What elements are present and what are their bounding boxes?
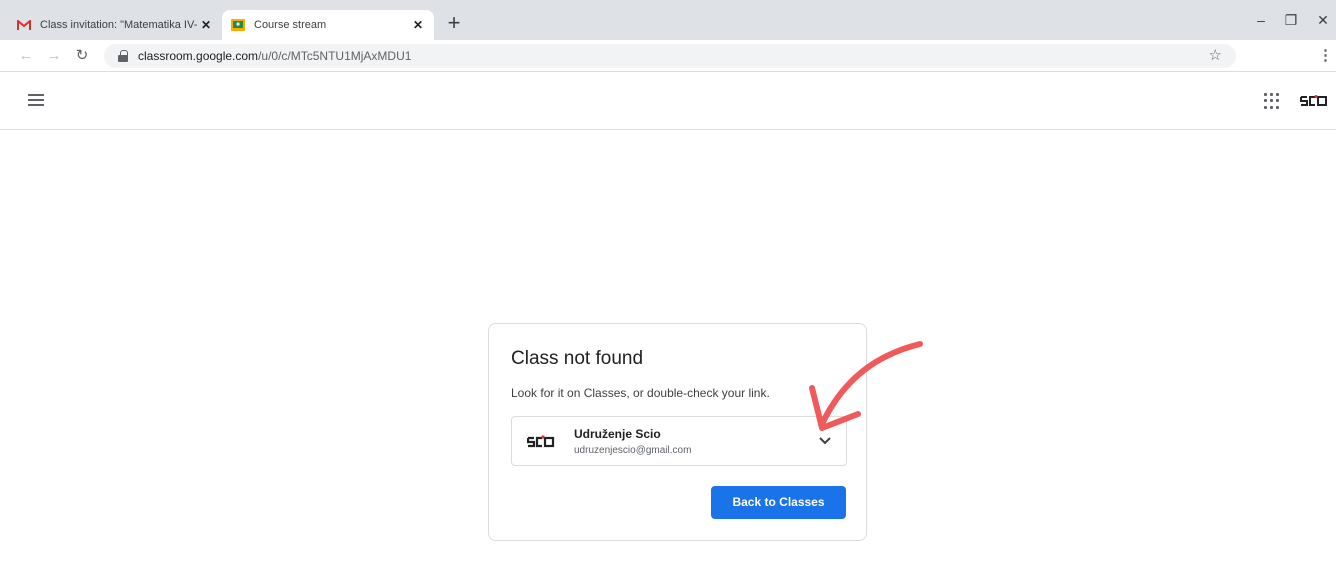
forward-arrow-icon[interactable]: → — [44, 46, 64, 66]
maximize-icon[interactable]: ❐ — [1276, 8, 1306, 32]
new-tab-button[interactable]: + — [442, 12, 466, 36]
close-tab-icon[interactable]: ✕ — [198, 17, 214, 33]
main-menu-icon[interactable] — [28, 94, 44, 106]
browser-toolbar: ← → ↻ classroom.google.com/u/0/c/MTc5NTU… — [0, 40, 1336, 72]
account-logo — [527, 435, 555, 448]
account-name: Udruženje Scio — [574, 427, 661, 441]
close-window-icon[interactable]: ✕ — [1308, 8, 1336, 32]
back-to-classes-button[interactable]: Back to Classes — [711, 486, 846, 519]
google-apps-icon[interactable] — [1264, 93, 1280, 109]
account-switcher[interactable]: Udruženje Scio udruzenjescio@gmail.com — [511, 416, 847, 466]
dialog-title: Class not found — [511, 348, 644, 369]
url-host: classroom.google.com — [138, 49, 259, 63]
tab-strip: Class invitation: "Matematika IV- ✕ Cour… — [0, 0, 1336, 40]
browser-menu-icon[interactable]: ⋮ — [1318, 46, 1333, 64]
reload-icon[interactable]: ↻ — [72, 46, 92, 66]
minimize-icon[interactable]: – — [1246, 8, 1276, 32]
lock-icon — [118, 50, 128, 62]
address-bar[interactable]: classroom.google.com/u/0/c/MTc5NTU1MjAxM… — [104, 44, 1236, 68]
dialog-message: Look for it on Classes, or double-check … — [511, 386, 770, 400]
tab-title: Course stream — [254, 19, 327, 31]
gmail-icon — [16, 17, 32, 33]
bookmark-star-icon[interactable]: ☆ — [1209, 46, 1222, 64]
tab-title: Class invitation: "Matematika IV- — [40, 19, 198, 31]
tab-gmail[interactable]: Class invitation: "Matematika IV- ✕ — [8, 10, 222, 40]
close-tab-icon[interactable]: ✕ — [410, 17, 426, 33]
back-arrow-icon[interactable]: ← — [16, 46, 36, 66]
annotation-arrow-icon — [809, 341, 923, 431]
account-email: udruzenjescio@gmail.com — [574, 445, 692, 456]
app-header — [0, 73, 1336, 130]
account-avatar[interactable] — [1300, 95, 1328, 107]
classroom-icon — [230, 17, 246, 33]
tab-course-stream[interactable]: Course stream ✕ — [222, 10, 434, 40]
url-path: /u/0/c/MTc5NTU1MjAxMDU1 — [258, 49, 412, 63]
